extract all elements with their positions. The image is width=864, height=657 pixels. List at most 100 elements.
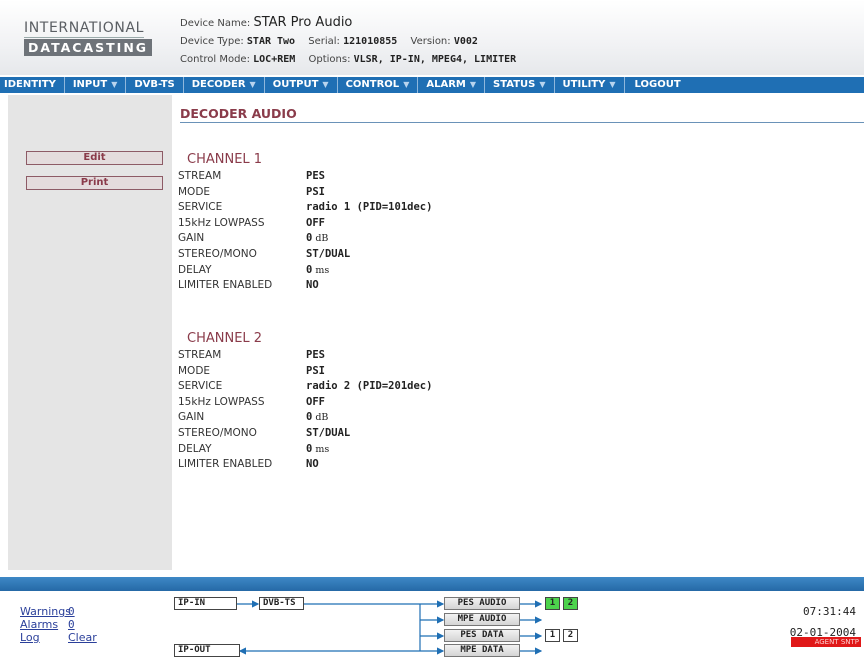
audio-channel-2-indicator[interactable]: 2 [563, 597, 578, 610]
serial-number: 121010855 [343, 36, 398, 47]
menu-alarm[interactable]: ALARM ▼ [418, 77, 486, 93]
setting-label: SERVICE [178, 201, 223, 214]
setting-value: radio 1 (PID=101dec) [306, 201, 433, 214]
options-label: Options: [308, 54, 351, 65]
setting-label: GAIN [178, 232, 205, 245]
setting-value: 0 [306, 232, 313, 245]
mpe-audio-block[interactable]: MPE AUDIO [444, 613, 520, 626]
setting-row: SERVICE radio 1 (PID=101dec) [178, 200, 432, 216]
chevron-down-icon: ▼ [322, 80, 329, 89]
setting-row: SERVICE radio 2 (PID=201dec) [178, 379, 432, 395]
data-channel-2-indicator[interactable]: 2 [563, 629, 578, 642]
setting-row: DELAY 0 ms [178, 263, 432, 279]
menu-logout[interactable]: LOGOUT [625, 77, 689, 93]
pes-data-block[interactable]: PES DATA [444, 629, 520, 642]
menu-utility[interactable]: UTILITY ▼ [555, 77, 625, 93]
setting-label: STEREO/MONO [178, 247, 257, 260]
channel-1-panel: CHANNEL 1 STREAM PES MODE PSI SERVICE radio… [178, 151, 432, 294]
mpe-data-block[interactable]: MPE DATA [444, 644, 520, 657]
setting-value: ST/DUAL [306, 247, 351, 260]
menu-label: ALARM [426, 79, 466, 90]
version-number: V002 [453, 36, 478, 47]
chevron-down-icon: ▼ [403, 80, 410, 89]
setting-value: OFF [306, 395, 325, 408]
setting-row: STEREO/MONO ST/DUAL [178, 247, 432, 263]
menu-label: DVB-TS [134, 79, 175, 90]
header: INTERNATIONAL DATACASTING Device Name: S… [0, 0, 864, 75]
setting-value: PES [306, 349, 325, 361]
signal-flow-diagram: IP-IN DVB-TS IP-OUT PES AUDIO MPE AUDIO … [0, 591, 864, 657]
setting-label: SERVICE [178, 380, 223, 393]
title-divider [180, 122, 864, 123]
audio-channel-1-indicator[interactable]: 1 [545, 597, 560, 610]
device-type: STAR Two [246, 36, 296, 47]
device-type-label: Device Type: [180, 36, 244, 47]
version-label: Version: [410, 36, 451, 47]
menu-decoder[interactable]: DECODER ▼ [184, 77, 265, 93]
logo-bottom-text: DATACASTING [24, 39, 153, 56]
data-channel-1-indicator[interactable]: 1 [545, 629, 560, 642]
company-logo: INTERNATIONAL DATACASTING [24, 20, 164, 56]
setting-label: MODE [178, 364, 211, 377]
setting-row: 15kHz LOWPASS OFF [178, 216, 432, 232]
chevron-down-icon: ▼ [539, 80, 546, 89]
setting-row: MODE PSI [178, 364, 432, 380]
menu-label: IDENTITY [4, 79, 56, 90]
setting-value: radio 2 (PID=201dec) [306, 380, 433, 393]
setting-value: PSI [306, 364, 325, 377]
setting-unit: ms [315, 443, 330, 455]
menu-input[interactable]: INPUT ▼ [65, 77, 127, 93]
print-button[interactable]: Print [26, 176, 163, 190]
setting-label: DELAY [178, 263, 212, 276]
main-menu-bar: IDENTITY INPUT ▼ DVB-TS DECODER ▼ OUTPUT ▼ … [0, 77, 864, 93]
menu-control[interactable]: CONTROL ▼ [338, 77, 419, 93]
menu-identity[interactable]: IDENTITY [0, 77, 65, 93]
menu-dvb-ts[interactable]: DVB-TS [126, 77, 184, 93]
setting-value: 0 [306, 263, 313, 276]
setting-row: STREAM PES [178, 169, 432, 185]
ip-out-block[interactable]: IP-OUT [174, 644, 240, 657]
setting-label: LIMITER ENABLED [178, 458, 273, 471]
setting-label: 15kHz LOWPASS [178, 395, 265, 408]
dvb-ts-block[interactable]: DVB-TS [259, 597, 304, 610]
setting-unit: dB [315, 233, 329, 245]
chevron-down-icon: ▼ [469, 80, 477, 89]
page-title: DECODER AUDIO [180, 106, 297, 121]
setting-label: STEREO/MONO [178, 426, 257, 439]
setting-row: GAIN 0 dB [178, 231, 432, 247]
menu-label: LOGOUT [634, 79, 681, 90]
ip-in-block[interactable]: IP-IN [174, 597, 237, 610]
control-mode: LOC+REM [253, 54, 296, 65]
channel-title: CHANNEL 2 [187, 331, 263, 346]
channel-title: CHANNEL 1 [187, 152, 263, 167]
menu-label: INPUT [72, 79, 108, 90]
setting-label: 15kHz LOWPASS [178, 216, 265, 229]
setting-value: 0 [306, 411, 313, 424]
edit-button[interactable]: Edit [26, 151, 163, 165]
setting-value: PSI [306, 185, 325, 198]
menu-label: DECODER [191, 79, 246, 90]
setting-row: MODE PSI [178, 185, 432, 201]
menu-label: UTILITY [562, 79, 606, 90]
setting-label: LIMITER ENABLED [178, 279, 273, 292]
setting-row: DELAY 0 ms [178, 442, 432, 458]
chevron-down-icon: ▼ [111, 80, 118, 89]
signal-flow-lines [237, 600, 543, 655]
setting-row: LIMITER ENABLED NO [178, 457, 432, 473]
control-mode-label: Control Mode: [180, 54, 250, 65]
setting-value: ST/DUAL [306, 426, 351, 439]
setting-label: STREAM [178, 170, 222, 182]
menu-label: CONTROL [345, 79, 400, 90]
setting-value: 0 [306, 442, 313, 455]
setting-unit: dB [315, 412, 329, 424]
menu-status[interactable]: STATUS ▼ [485, 77, 555, 93]
sidebar: Edit Print [8, 95, 172, 570]
device-name: STAR Pro Audio [253, 15, 353, 30]
setting-label: GAIN [178, 411, 205, 424]
setting-row: STREAM PES [178, 348, 432, 364]
chevron-down-icon: ▼ [249, 80, 256, 89]
menu-output[interactable]: OUTPUT ▼ [265, 77, 338, 93]
pes-audio-block[interactable]: PES AUDIO [444, 597, 520, 610]
setting-value: NO [306, 458, 319, 471]
device-name-label: Device Name: [180, 18, 251, 29]
